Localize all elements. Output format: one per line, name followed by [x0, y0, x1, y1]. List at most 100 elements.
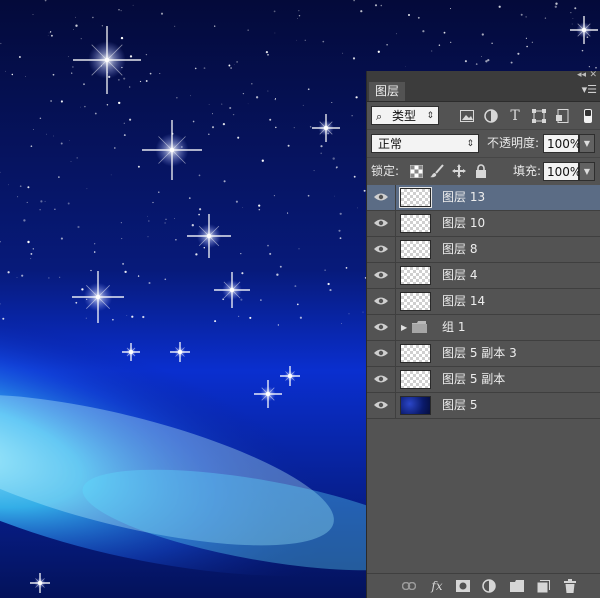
- star-dot: [572, 18, 574, 19]
- layer-name: 图层 14: [442, 294, 486, 308]
- opacity-input[interactable]: 100%: [543, 134, 581, 153]
- shape-filter-icon[interactable]: [531, 108, 547, 124]
- expand-group-icon[interactable]: ▶: [401, 323, 407, 332]
- star-dot: [211, 126, 215, 129]
- star-dot: [92, 16, 94, 19]
- visibility-toggle[interactable]: [367, 211, 396, 236]
- star-dot: [520, 13, 523, 16]
- visibility-toggle[interactable]: [367, 341, 396, 366]
- star-dot: [72, 66, 74, 68]
- star-dot: [380, 4, 383, 7]
- star-dot: [296, 303, 299, 306]
- star-dot: [26, 201, 28, 203]
- lock-transparent-icon[interactable]: [408, 163, 424, 179]
- opacity-dropdown-icon[interactable]: ▼: [579, 134, 595, 153]
- star-dot: [90, 269, 92, 272]
- star-dot: [30, 145, 33, 148]
- panel-bottom-bar: fx: [367, 573, 600, 598]
- star-dot: [164, 222, 166, 224]
- star-dot: [335, 166, 338, 169]
- lock-label: 锁定:: [371, 164, 400, 178]
- star-dot: [296, 18, 298, 19]
- lock-move-icon[interactable]: [451, 163, 467, 179]
- layer-thumbnail: [400, 266, 431, 285]
- layer-row[interactable]: 图层 5 副本 3: [367, 341, 600, 367]
- blend-mode-select[interactable]: 正常 ⇕: [371, 134, 479, 153]
- fill-dropdown-icon[interactable]: ▼: [579, 162, 595, 181]
- link-layers-icon[interactable]: [401, 578, 417, 594]
- layer-row[interactable]: 图层 14: [367, 289, 600, 315]
- collapse-panel-icon[interactable]: ◂◂: [577, 69, 586, 81]
- star-dot: [39, 209, 41, 211]
- visibility-toggle[interactable]: [367, 367, 396, 392]
- lock-all-icon[interactable]: [473, 163, 489, 179]
- layer-row[interactable]: 图层 13: [367, 185, 600, 211]
- visibility-toggle[interactable]: [367, 393, 396, 418]
- opacity-label: 不透明度:: [487, 136, 540, 150]
- star-dot: [296, 39, 298, 41]
- fx-icon[interactable]: fx: [429, 578, 445, 594]
- close-panel-icon[interactable]: ✕: [589, 69, 597, 81]
- panel-menu-icon[interactable]: ▾☰: [582, 83, 597, 96]
- star-dot: [232, 113, 235, 116]
- type-filter-icon[interactable]: T: [507, 108, 523, 124]
- layer-name: 图层 4: [442, 268, 478, 282]
- filter-kind-select[interactable]: ⌕ 类型 ⇕: [371, 106, 439, 125]
- filter-toggle-icon[interactable]: [580, 108, 596, 124]
- image-filter-icon[interactable]: [459, 108, 475, 124]
- mask-icon[interactable]: [455, 578, 471, 594]
- star-dot: [21, 274, 24, 277]
- star-dot: [17, 196, 19, 198]
- layer-row[interactable]: 图层 8: [367, 237, 600, 263]
- layer-row[interactable]: 图层 5: [367, 393, 600, 419]
- adjustment-layer-icon[interactable]: [481, 578, 497, 594]
- blend-opacity-row: 正常 ⇕ 不透明度: 100% ▼: [367, 130, 600, 158]
- new-layer-icon[interactable]: [535, 578, 551, 594]
- visibility-toggle[interactable]: [367, 289, 396, 314]
- star-dot: [32, 129, 34, 131]
- new-group-icon[interactable]: [509, 578, 525, 594]
- group-row[interactable]: ▶ 组 1: [367, 315, 600, 341]
- star-dot: [212, 113, 213, 115]
- star-dot: [40, 200, 43, 203]
- layer-row[interactable]: 图层 4: [367, 263, 600, 289]
- layer-row[interactable]: 图层 5 副本: [367, 367, 600, 393]
- star-dot: [194, 67, 197, 70]
- eye-icon: [374, 271, 388, 279]
- fill-input[interactable]: 100%: [543, 162, 581, 181]
- star-dot: [85, 317, 87, 319]
- visibility-toggle[interactable]: [367, 237, 396, 262]
- star-dot: [554, 5, 557, 8]
- star-dot: [137, 275, 140, 277]
- visibility-toggle[interactable]: [367, 185, 396, 210]
- star-dot: [251, 82, 253, 85]
- delete-layer-icon[interactable]: [562, 578, 578, 594]
- smart-object-filter-icon[interactable]: [555, 108, 571, 124]
- star-dot: [120, 36, 124, 40]
- visibility-toggle[interactable]: [367, 263, 396, 288]
- star-dot: [342, 52, 344, 54]
- star-dot: [27, 186, 30, 189]
- star-dot: [320, 145, 323, 148]
- layer-row[interactable]: 图层 10: [367, 211, 600, 237]
- adjustment-filter-icon[interactable]: [483, 108, 499, 124]
- star-dot: [69, 140, 70, 141]
- star-dot: [94, 243, 96, 245]
- star-dot: [39, 117, 42, 120]
- layers-list: 图层 13 图层 10 图层 8 图层 4 图层 14 ▶ 组 1 图层 5 副…: [367, 185, 600, 419]
- star-dot: [129, 118, 132, 121]
- star-dot: [230, 67, 232, 69]
- star-dot: [49, 31, 52, 33]
- star-dot: [30, 252, 33, 255]
- star-dot: [279, 265, 282, 268]
- star-dot: [121, 238, 123, 240]
- lock-paint-icon[interactable]: [429, 163, 445, 179]
- star-dot: [190, 95, 191, 97]
- star-dot: [241, 272, 244, 275]
- visibility-toggle[interactable]: [367, 315, 396, 340]
- star-dot: [148, 281, 151, 285]
- star-dot: [307, 88, 310, 91]
- star-dot: [374, 4, 378, 7]
- tab-layers[interactable]: 图层: [369, 82, 406, 101]
- star-dot: [329, 289, 332, 292]
